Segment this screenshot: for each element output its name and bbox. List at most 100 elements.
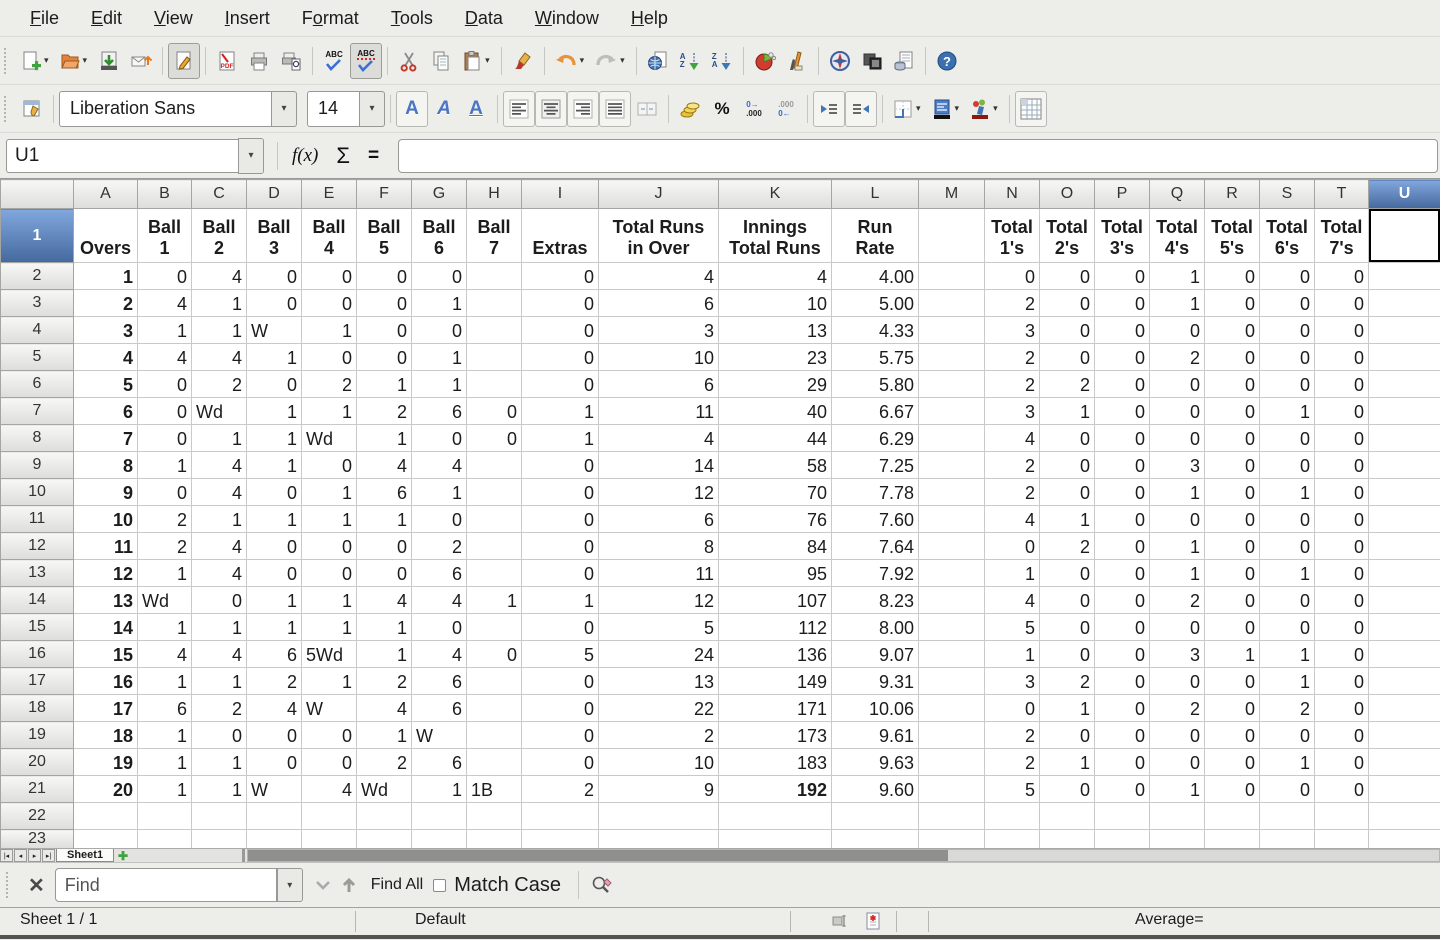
cell-P15[interactable]: 0 xyxy=(1095,614,1150,641)
cell-E7[interactable]: 1 xyxy=(302,398,357,425)
cell-T12[interactable]: 0 xyxy=(1315,533,1369,560)
last-sheet-button[interactable]: ▸| xyxy=(42,849,55,862)
cell-L12[interactable]: 7.64 xyxy=(832,533,919,560)
cell-N1[interactable]: Total 1's xyxy=(985,209,1040,263)
cell-P5[interactable]: 0 xyxy=(1095,344,1150,371)
cell-L22[interactable] xyxy=(832,803,919,830)
cell-T15[interactable]: 0 xyxy=(1315,614,1369,641)
align-left-button[interactable] xyxy=(503,91,535,127)
cell-D23[interactable] xyxy=(247,830,302,849)
cell-N20[interactable]: 2 xyxy=(985,749,1040,776)
cell-U8[interactable] xyxy=(1369,425,1440,452)
cell-K13[interactable]: 95 xyxy=(719,560,832,587)
cell-I2[interactable]: 0 xyxy=(522,263,599,290)
cell-N11[interactable]: 4 xyxy=(985,506,1040,533)
column-header-U[interactable]: U xyxy=(1369,180,1440,209)
cell-E8[interactable]: Wd xyxy=(302,425,357,452)
cell-N16[interactable]: 1 xyxy=(985,641,1040,668)
font-name-combobox[interactable]: Liberation Sans xyxy=(59,91,271,127)
cell-A2[interactable]: 1 xyxy=(74,263,138,290)
cell-Q14[interactable]: 2 xyxy=(1150,587,1205,614)
cell-P20[interactable]: 0 xyxy=(1095,749,1150,776)
cell-M8[interactable] xyxy=(919,425,985,452)
cell-D13[interactable]: 0 xyxy=(247,560,302,587)
italic-button[interactable]: A xyxy=(428,91,460,127)
cell-F18[interactable]: 4 xyxy=(357,695,412,722)
cell-T9[interactable]: 0 xyxy=(1315,452,1369,479)
cell-R4[interactable]: 0 xyxy=(1205,317,1260,344)
cell-A15[interactable]: 14 xyxy=(74,614,138,641)
cell-Q3[interactable]: 1 xyxy=(1150,290,1205,317)
cell-E16[interactable]: 5Wd xyxy=(302,641,357,668)
cell-O23[interactable] xyxy=(1040,830,1095,849)
cell-L8[interactable]: 6.29 xyxy=(832,425,919,452)
cell-A8[interactable]: 7 xyxy=(74,425,138,452)
background-color-dropdown-arrow[interactable]: ▾ xyxy=(955,103,960,114)
cell-B7[interactable]: 0 xyxy=(138,398,192,425)
first-sheet-button[interactable]: |◂ xyxy=(0,849,13,862)
cell-S11[interactable]: 0 xyxy=(1260,506,1315,533)
cell-J1[interactable]: Total Runs in Over xyxy=(599,209,719,263)
column-header-H[interactable]: H xyxy=(467,180,522,209)
cell-C18[interactable]: 2 xyxy=(192,695,247,722)
menu-format[interactable]: Format xyxy=(286,3,375,34)
cell-T13[interactable]: 0 xyxy=(1315,560,1369,587)
draw-functions-button[interactable] xyxy=(781,43,813,79)
cell-N21[interactable]: 5 xyxy=(985,776,1040,803)
cell-C3[interactable]: 1 xyxy=(192,290,247,317)
cell-A4[interactable]: 3 xyxy=(74,317,138,344)
row-header-18[interactable]: 18 xyxy=(1,695,74,722)
cell-F14[interactable]: 4 xyxy=(357,587,412,614)
cell-T6[interactable]: 0 xyxy=(1315,371,1369,398)
cell-P19[interactable]: 0 xyxy=(1095,722,1150,749)
menu-file[interactable]: File xyxy=(14,3,75,34)
cell-I21[interactable]: 2 xyxy=(522,776,599,803)
cell-D16[interactable]: 6 xyxy=(247,641,302,668)
cell-G22[interactable] xyxy=(412,803,467,830)
menu-view[interactable]: View xyxy=(138,3,209,34)
cell-K12[interactable]: 84 xyxy=(719,533,832,560)
undo-button[interactable]: ▾ xyxy=(550,43,591,79)
cell-T18[interactable]: 0 xyxy=(1315,695,1369,722)
cell-N19[interactable]: 2 xyxy=(985,722,1040,749)
cell-J19[interactable]: 2 xyxy=(599,722,719,749)
cell-R19[interactable]: 0 xyxy=(1205,722,1260,749)
cell-A10[interactable]: 9 xyxy=(74,479,138,506)
cell-C22[interactable] xyxy=(192,803,247,830)
cell-P18[interactable]: 0 xyxy=(1095,695,1150,722)
cell-S21[interactable]: 0 xyxy=(1260,776,1315,803)
cell-S5[interactable]: 0 xyxy=(1260,344,1315,371)
cell-J6[interactable]: 6 xyxy=(599,371,719,398)
cell-C9[interactable]: 4 xyxy=(192,452,247,479)
average-status[interactable]: Average= xyxy=(1135,911,1204,929)
cell-M23[interactable] xyxy=(919,830,985,849)
cell-G12[interactable]: 2 xyxy=(412,533,467,560)
cell-F9[interactable]: 4 xyxy=(357,452,412,479)
cut-button[interactable] xyxy=(393,43,425,79)
cell-B12[interactable]: 2 xyxy=(138,533,192,560)
cell-F22[interactable] xyxy=(357,803,412,830)
cell-Q11[interactable]: 0 xyxy=(1150,506,1205,533)
cell-N17[interactable]: 3 xyxy=(985,668,1040,695)
cell-J16[interactable]: 24 xyxy=(599,641,719,668)
cell-E22[interactable] xyxy=(302,803,357,830)
cell-C6[interactable]: 2 xyxy=(192,371,247,398)
navigator-button[interactable] xyxy=(824,43,856,79)
cell-B21[interactable]: 1 xyxy=(138,776,192,803)
find-previous-icon[interactable] xyxy=(341,877,357,893)
freeze-panes-button[interactable] xyxy=(1015,91,1047,127)
cell-B19[interactable]: 1 xyxy=(138,722,192,749)
cell-P12[interactable]: 0 xyxy=(1095,533,1150,560)
column-header-N[interactable]: N xyxy=(985,180,1040,209)
cell-J12[interactable]: 8 xyxy=(599,533,719,560)
cell-S13[interactable]: 1 xyxy=(1260,560,1315,587)
cell-L6[interactable]: 5.80 xyxy=(832,371,919,398)
cell-Q8[interactable]: 0 xyxy=(1150,425,1205,452)
cell-B1[interactable]: Ball 1 xyxy=(138,209,192,263)
cell-I10[interactable]: 0 xyxy=(522,479,599,506)
find-next-icon[interactable] xyxy=(315,879,331,891)
cell-O7[interactable]: 1 xyxy=(1040,398,1095,425)
cell-S15[interactable]: 0 xyxy=(1260,614,1315,641)
cell-S8[interactable]: 0 xyxy=(1260,425,1315,452)
cell-E21[interactable]: 4 xyxy=(302,776,357,803)
